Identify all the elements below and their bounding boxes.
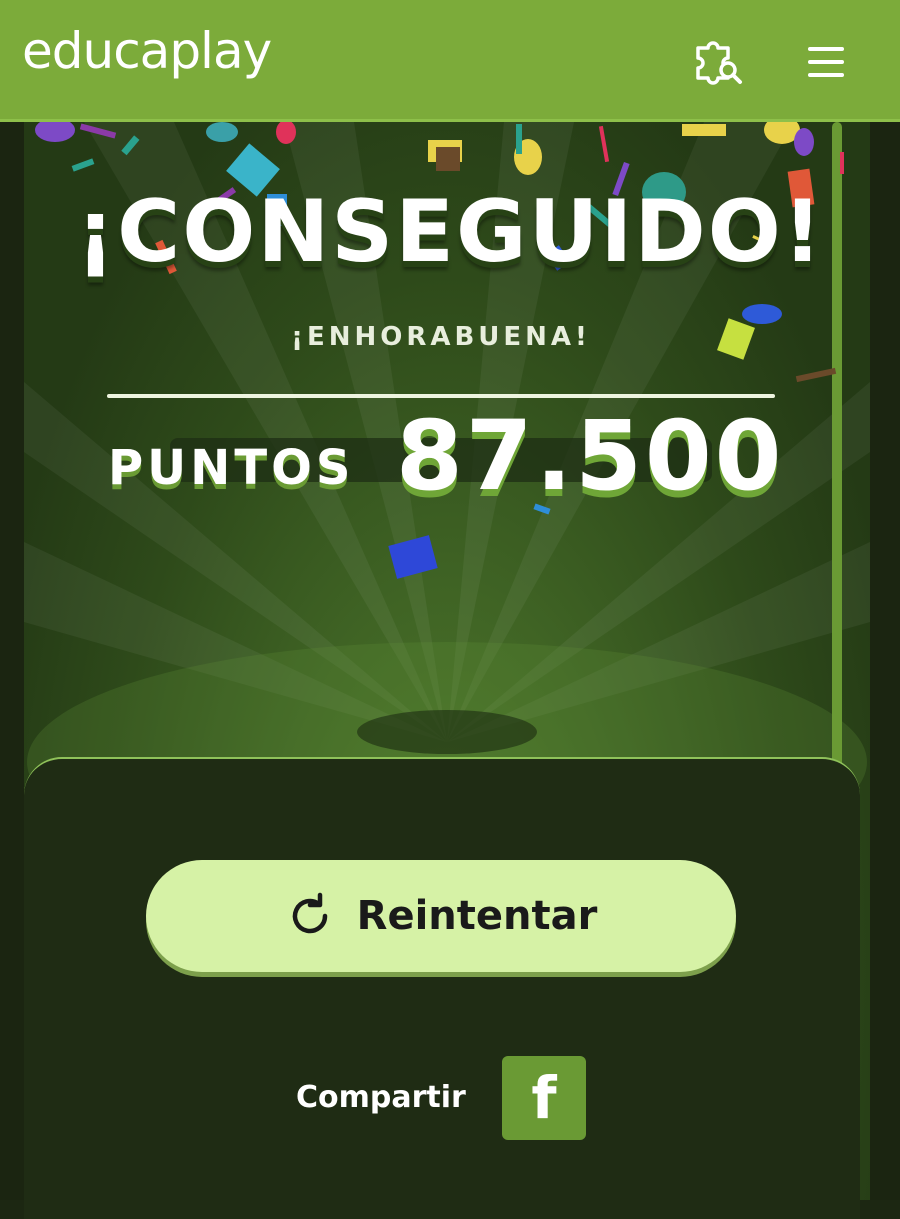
retry-button[interactable]: Reintentar (146, 860, 736, 972)
educaplay-logo[interactable]: educaplay (22, 22, 272, 80)
points-value: 87.500 (396, 400, 785, 512)
refresh-icon (285, 891, 335, 941)
facebook-share-button[interactable]: f (502, 1056, 586, 1140)
congratulations-subtitle: ¡ENHORABUENA! (291, 322, 591, 352)
actions-panel (24, 757, 860, 1219)
retry-label: Reintentar (356, 893, 598, 939)
success-headline: ¡CONSEGUIDO! (75, 182, 825, 282)
top-navigation-bar: educaplay (0, 0, 900, 122)
hamburger-menu-icon[interactable] (806, 44, 846, 80)
share-label: Compartir (296, 1080, 466, 1115)
score-divider (107, 394, 775, 398)
puzzle-search-icon[interactable] (692, 40, 744, 86)
points-label: PUNTOS (108, 440, 355, 496)
facebook-icon: f (531, 1064, 557, 1132)
